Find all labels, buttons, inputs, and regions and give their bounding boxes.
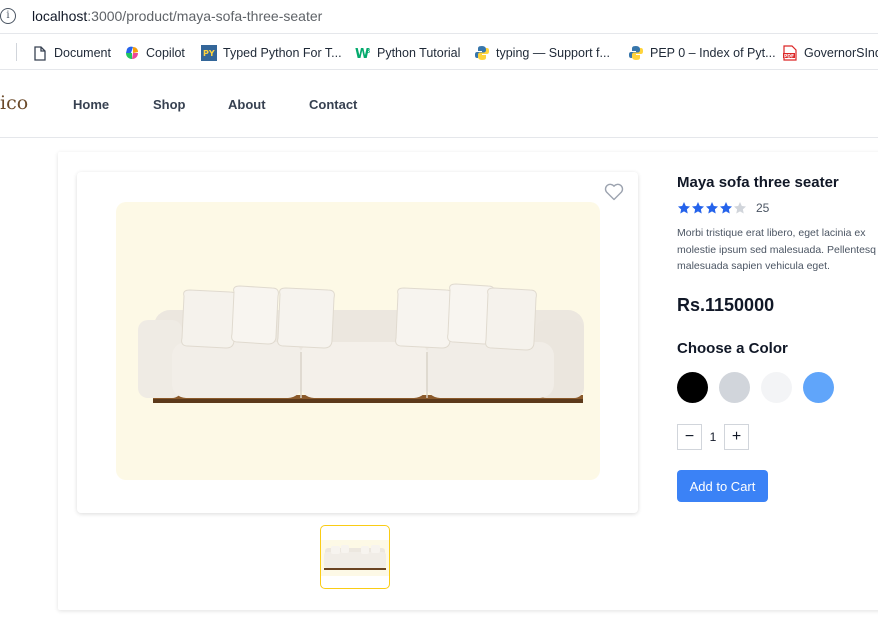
- bookmark-governor[interactable]: PDF GovernorSInd: [782, 43, 878, 63]
- w3-icon: W3: [355, 45, 371, 61]
- thumbnail-image: [321, 540, 389, 576]
- product-title: Maya sofa three seater: [677, 174, 839, 191]
- color-swatches: [677, 372, 845, 403]
- product-thumbnail[interactable]: [320, 525, 390, 589]
- nav-contact[interactable]: Contact: [309, 97, 357, 112]
- py-icon: PY: [201, 45, 217, 61]
- choose-color-heading: Choose a Color: [677, 340, 788, 357]
- product-card: Maya sofa three seater 25 Morbi tristiqu…: [58, 152, 878, 610]
- bookmark-copilot[interactable]: Copilot: [124, 43, 185, 63]
- quantity-stepper: − 1 +: [677, 424, 749, 450]
- bookmarks-bar: Document Copilot PY Typed Python For T..…: [0, 34, 878, 70]
- bookmark-label: GovernorSInd: [804, 46, 878, 60]
- svg-text:PY: PY: [203, 49, 215, 58]
- rating-stars: 25: [677, 201, 769, 215]
- bookmark-python-tutorial[interactable]: W3 Python Tutorial: [355, 43, 460, 63]
- bookmark-pep0[interactable]: PEP 0 – Index of Pyt...: [628, 43, 776, 63]
- description-line: Morbi tristique erat libero, eget lacini…: [677, 227, 866, 239]
- nav-about[interactable]: About: [228, 97, 266, 112]
- url-field[interactable]: localhost:3000/product/maya-sofa-three-s…: [32, 8, 322, 24]
- description-line: molestie ipsum sed malesuada. Pellentesq: [677, 243, 877, 256]
- bookmark-label: Document: [54, 46, 111, 60]
- nav-shop[interactable]: Shop: [153, 97, 186, 112]
- color-swatch-black[interactable]: [677, 372, 708, 403]
- bookmark-label: typing — Support f...: [496, 46, 610, 60]
- star-filled-icon: [691, 202, 705, 214]
- bookmark-document[interactable]: Document: [32, 43, 111, 63]
- browser-address-bar: i localhost:3000/product/maya-sofa-three…: [0, 0, 878, 34]
- python-icon: [474, 45, 490, 61]
- product-description: Morbi tristique erat libero, eget lacini…: [677, 225, 878, 275]
- bookmark-label: PEP 0 – Index of Pyt...: [650, 46, 776, 60]
- site-header: ico Home Shop About Contact: [0, 70, 878, 138]
- color-swatch-gray[interactable]: [719, 372, 750, 403]
- star-filled-icon: [719, 202, 733, 214]
- color-swatch-light-gray[interactable]: [761, 372, 792, 403]
- pdf-icon: PDF: [782, 45, 798, 61]
- bookmark-label: Typed Python For T...: [223, 46, 342, 60]
- quantity-decrease-button[interactable]: −: [677, 424, 702, 450]
- bookmark-label: Python Tutorial: [377, 46, 461, 60]
- svg-text:PDF: PDF: [784, 53, 794, 59]
- bookmark-typing[interactable]: typing — Support f...: [474, 43, 610, 63]
- bookmark-typed-python[interactable]: PY Typed Python For T...: [201, 43, 342, 63]
- url-host: localhost: [32, 8, 88, 24]
- url-path: :3000/product/maya-sofa-three-seater: [87, 8, 323, 24]
- review-count: 25: [756, 201, 770, 215]
- color-swatch-blue[interactable]: [803, 372, 834, 403]
- star-filled-icon: [677, 202, 691, 214]
- bookmarks-separator: [16, 43, 17, 61]
- description-line: malesuada sapien vehicula eget.: [677, 260, 830, 272]
- svg-text:3: 3: [366, 47, 370, 55]
- quantity-increase-button[interactable]: +: [724, 424, 749, 450]
- quantity-value: 1: [709, 430, 717, 444]
- product-image-panel: [77, 172, 638, 513]
- product-price: Rs.1150000: [677, 295, 775, 315]
- page-icon: [32, 45, 48, 61]
- star-filled-icon: [705, 202, 719, 214]
- sofa-illustration: [138, 283, 584, 403]
- copilot-icon: [124, 45, 140, 61]
- add-to-cart-button[interactable]: Add to Cart: [677, 470, 768, 502]
- star-empty-icon: [733, 202, 747, 214]
- bookmark-label: Copilot: [146, 46, 185, 60]
- favorite-heart-icon[interactable]: [604, 183, 624, 201]
- product-image: [116, 202, 600, 480]
- nav-home[interactable]: Home: [73, 97, 109, 112]
- python-icon: [628, 45, 644, 61]
- site-info-icon[interactable]: i: [0, 8, 16, 24]
- site-logo[interactable]: ico: [0, 92, 28, 114]
